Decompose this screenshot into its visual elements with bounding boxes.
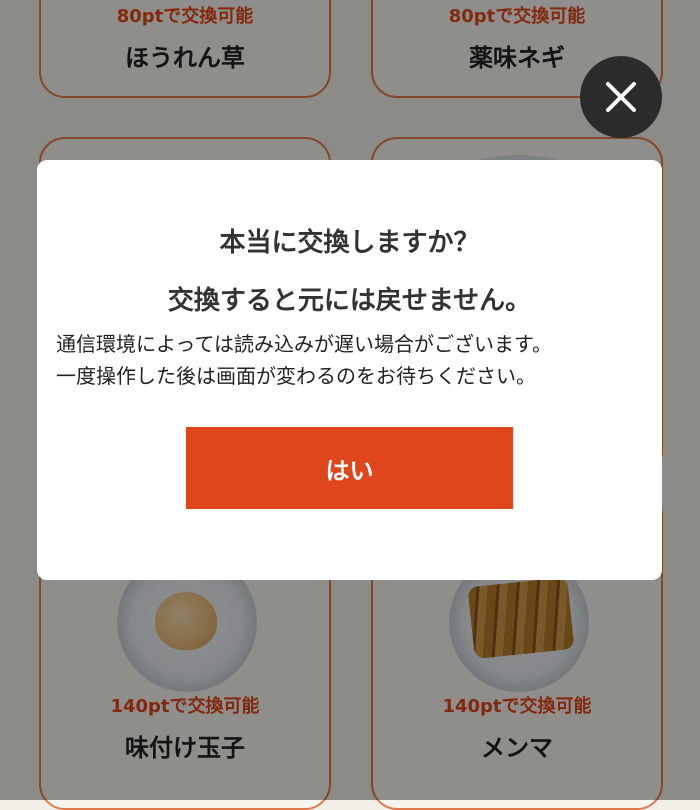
dialog-message: 通信環境によっては読み込みが遅い場合がございます。 一度操作した後は画面が変わる… xyxy=(56,328,652,392)
dialog-message-line-1: 通信環境によっては読み込みが遅い場合がございます。 xyxy=(56,332,552,356)
close-button[interactable] xyxy=(580,56,662,138)
confirm-yes-button[interactable]: はい xyxy=(186,427,513,509)
confirm-dialog: 本当に交換しますか？ 交換すると元には戻せません。 通信環境によっては読み込みが… xyxy=(37,160,662,580)
dialog-message-line-2: 一度操作した後は画面が変わるのをお待ちください。 xyxy=(56,364,536,388)
dialog-title: 本当に交換しますか？ xyxy=(219,228,480,258)
close-icon xyxy=(606,82,636,112)
dialog-subtitle: 交換すると元には戻せません。 xyxy=(167,286,532,316)
